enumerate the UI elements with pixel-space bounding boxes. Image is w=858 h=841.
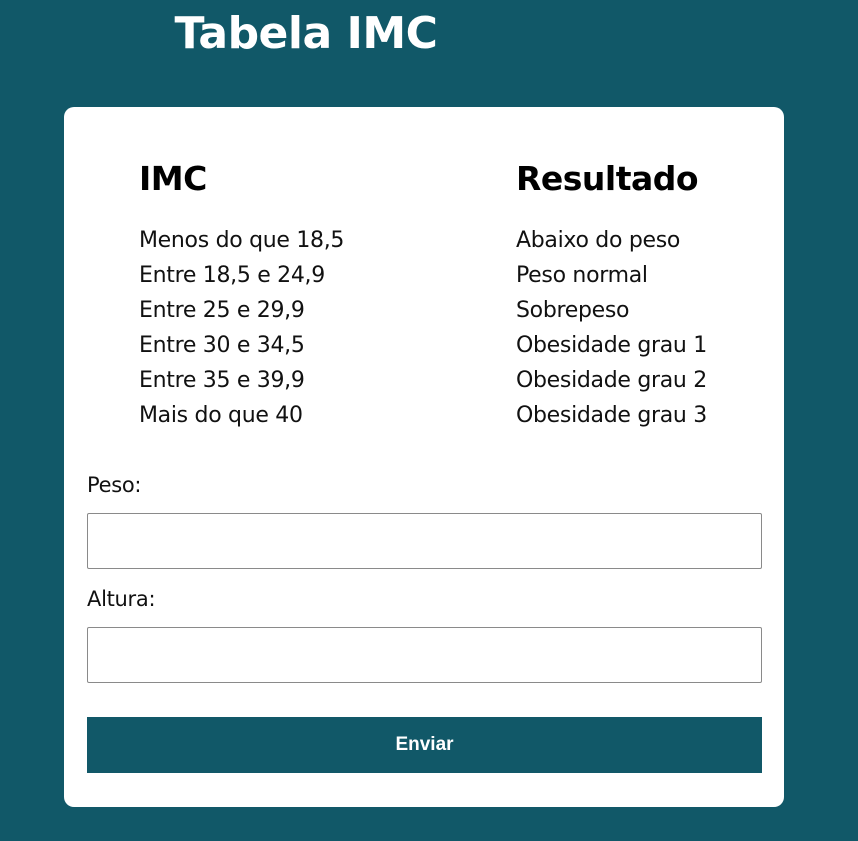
page-title: Tabela IMC (174, 8, 438, 59)
result-item: Obesidade grau 2 (516, 368, 707, 393)
imc-range-item: Entre 35 e 39,9 (139, 368, 305, 393)
imc-range-item: Menos do que 18,5 (139, 228, 345, 253)
imc-range-item: Entre 30 e 34,5 (139, 333, 305, 358)
result-item: Obesidade grau 3 (516, 403, 707, 428)
imc-range-item: Mais do que 40 (139, 403, 303, 428)
result-item: Peso normal (516, 263, 648, 288)
imc-range-item: Entre 25 e 29,9 (139, 298, 305, 323)
imc-card: IMC Resultado Menos do que 18,5 Entre 18… (64, 107, 784, 807)
result-item: Abaixo do peso (516, 228, 681, 253)
imc-column-header: IMC (139, 159, 207, 198)
result-item: Obesidade grau 1 (516, 333, 707, 358)
peso-label: Peso: (87, 473, 142, 497)
result-item: Sobrepeso (516, 298, 630, 323)
altura-input[interactable] (87, 627, 762, 683)
result-list: Abaixo do peso Peso normal Sobrepeso Obe… (516, 223, 707, 433)
result-column-header: Resultado (516, 159, 699, 198)
imc-range-list: Menos do que 18,5 Entre 18,5 e 24,9 Entr… (139, 223, 344, 433)
submit-button[interactable]: Enviar (87, 717, 762, 773)
imc-range-item: Entre 18,5 e 24,9 (139, 263, 325, 288)
peso-input[interactable] (87, 513, 762, 569)
altura-label: Altura: (87, 587, 156, 611)
